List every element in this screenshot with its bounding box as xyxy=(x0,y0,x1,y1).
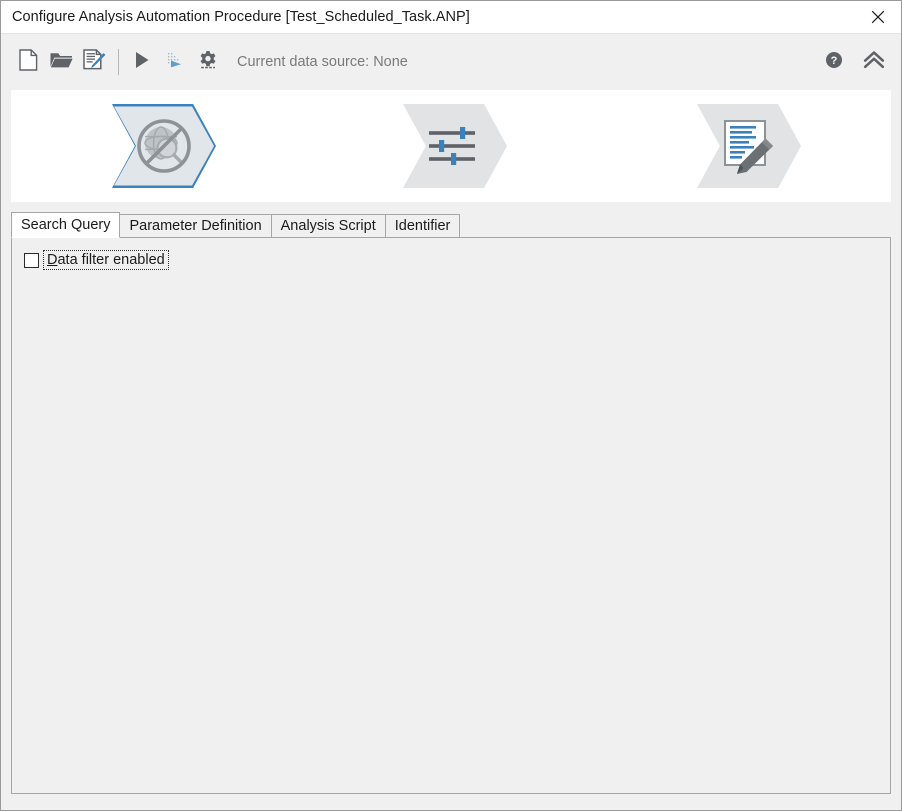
data-filter-mnemonic: D xyxy=(47,252,58,268)
document-pen-icon xyxy=(82,48,106,76)
settings-button[interactable] xyxy=(193,45,223,79)
wizard-banner xyxy=(11,90,891,202)
data-filter-enabled-checkbox[interactable] xyxy=(24,252,39,268)
step-run-button[interactable] xyxy=(160,45,190,79)
edit-procedure-button[interactable] xyxy=(79,45,109,79)
step-run-icon xyxy=(166,51,184,74)
svg-text:?: ? xyxy=(831,55,838,67)
toolbar-right-group: ? xyxy=(821,48,887,76)
tab-analysis-script[interactable]: Analysis Script xyxy=(270,214,386,238)
tabs-wrap: Search Query Parameter Definition Analys… xyxy=(1,212,901,238)
tab-parameter-definition[interactable]: Parameter Definition xyxy=(119,214,272,238)
data-filter-label-rest: ata filter enabled xyxy=(57,252,165,268)
close-button[interactable] xyxy=(855,2,901,33)
gear-icon xyxy=(198,50,218,75)
step-parameters[interactable] xyxy=(403,104,507,188)
title-bar: Configure Analysis Automation Procedure … xyxy=(1,1,901,34)
data-source-status: Current data source: None xyxy=(237,54,408,70)
open-folder-icon xyxy=(50,50,73,75)
window-title: Configure Analysis Automation Procedure … xyxy=(12,9,470,25)
content-panel-wrap: Data filter enabled xyxy=(1,237,901,810)
search-query-panel: Data filter enabled xyxy=(11,237,891,794)
open-procedure-button[interactable] xyxy=(46,45,76,79)
sliders-icon xyxy=(427,123,483,169)
toolbar-separator xyxy=(118,49,119,75)
toolbar-left-group: Current data source: None xyxy=(13,45,821,79)
help-button[interactable]: ? xyxy=(821,48,847,76)
no-data-source-icon xyxy=(133,115,195,177)
document-edit-icon xyxy=(721,118,777,174)
new-document-icon xyxy=(18,48,38,76)
step-data-source[interactable] xyxy=(112,104,216,188)
help-circle-icon: ? xyxy=(825,51,843,74)
step-report[interactable] xyxy=(697,104,801,188)
data-filter-enabled-label: Data filter enabled xyxy=(43,250,169,270)
run-button[interactable] xyxy=(127,45,157,79)
close-icon xyxy=(871,10,885,24)
double-chevron-up-icon xyxy=(863,50,885,75)
tab-identifier[interactable]: Identifier xyxy=(384,214,461,238)
new-procedure-button[interactable] xyxy=(13,45,43,79)
tab-strip: Search Query Parameter Definition Analys… xyxy=(11,212,891,238)
tab-search-query[interactable]: Search Query xyxy=(11,212,121,238)
configure-analysis-automation-window: Configure Analysis Automation Procedure … xyxy=(0,0,902,811)
collapse-button[interactable] xyxy=(861,48,887,76)
play-icon xyxy=(134,51,150,74)
toolbar: Current data source: None ? xyxy=(1,34,901,90)
data-filter-enabled-row[interactable]: Data filter enabled xyxy=(24,250,169,270)
wizard-banner-wrap xyxy=(1,90,901,202)
